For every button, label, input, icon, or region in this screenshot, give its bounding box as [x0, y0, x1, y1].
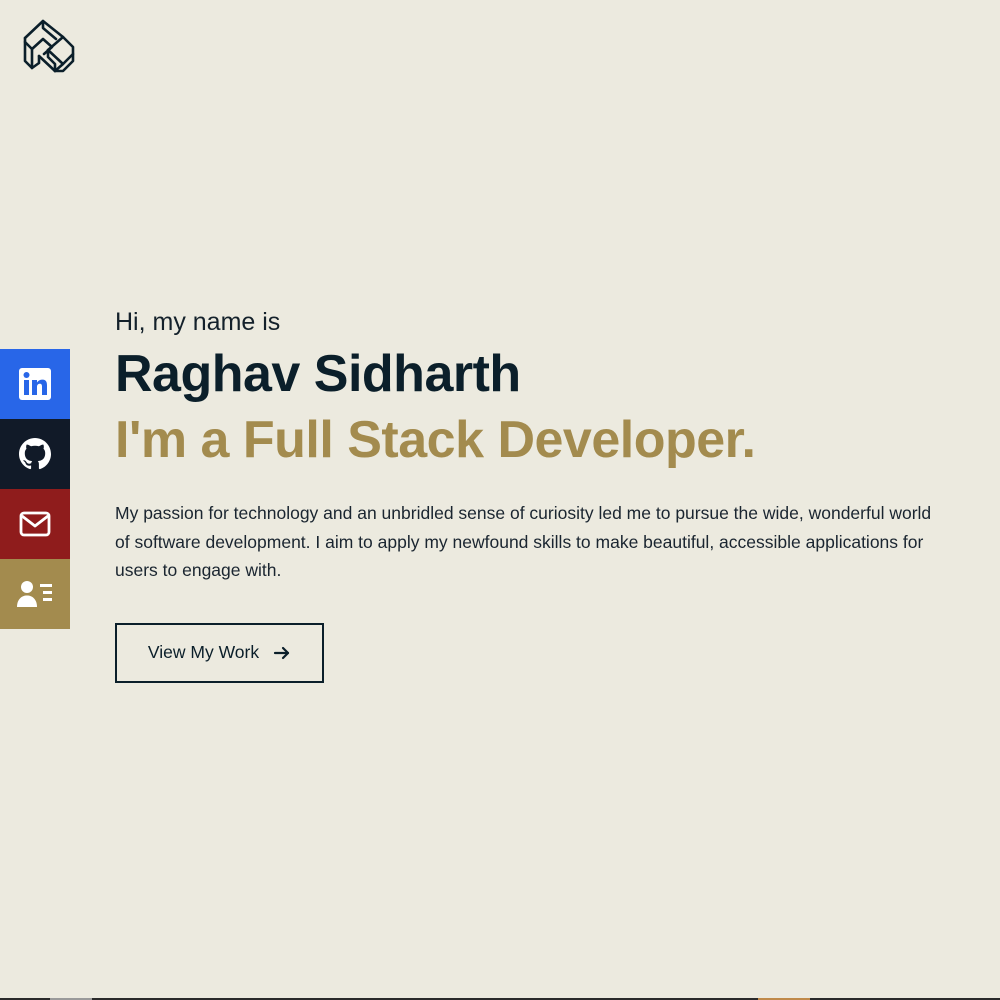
resume-link[interactable] — [0, 559, 70, 629]
mail-icon — [19, 511, 51, 537]
hero-bio: My passion for technology and an unbridl… — [115, 503, 932, 580]
social-sidebar — [0, 349, 70, 629]
view-my-work-label: View My Work — [147, 642, 260, 662]
monogram-r-logo-icon[interactable] — [22, 19, 76, 74]
linkedin-icon — [19, 368, 51, 400]
view-my-work-button[interactable]: View My Work — [115, 622, 324, 683]
hero-role: I'm a Full Stack Developer. — [115, 411, 756, 469]
greeting-text: Hi, my name is — [115, 308, 281, 336]
hero-name: Raghav Sidharth — [115, 345, 521, 403]
github-link[interactable] — [0, 419, 70, 489]
email-link[interactable] — [0, 489, 70, 559]
contact-card-icon — [17, 581, 52, 607]
hero-section: Hi, my name is Raghav Sidharth I'm a Ful… — [115, 305, 955, 683]
arrow-right-icon — [273, 646, 290, 659]
home-page: Hi, my name is Raghav Sidharth I'm a Ful… — [0, 0, 1000, 1000]
linkedin-link[interactable] — [0, 349, 70, 419]
github-icon — [19, 438, 51, 470]
